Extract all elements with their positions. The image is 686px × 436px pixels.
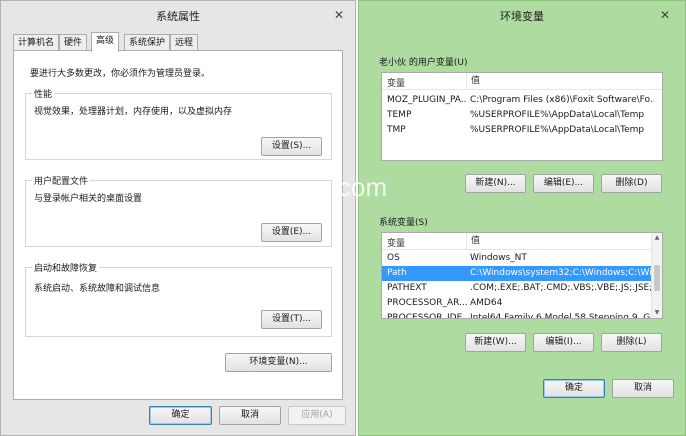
variable-value: %USERPROFILE%\AppData\Local\Temp <box>470 125 645 135</box>
tab-advanced[interactable]: 高级 <box>91 32 120 52</box>
variable-name: MOZ_PLUGIN_PA... <box>387 95 467 105</box>
variable-value: Windows_NT <box>470 253 527 263</box>
performance-description: 视觉效果，处理器计划，内存使用，以及虚拟内存 <box>34 107 233 117</box>
variable-name: PROCESSOR_IDE... <box>387 313 467 319</box>
user-delete-button[interactable]: 删除(D) <box>601 174 662 193</box>
user-profiles-settings-button[interactable]: 设置(E)... <box>261 223 322 242</box>
variable-name: TEMP <box>387 110 412 120</box>
variable-name: Path <box>387 268 407 278</box>
user-variables-label: 老小伙 的用户变量(U) <box>379 58 468 68</box>
ok-button[interactable]: 确定 <box>543 379 605 398</box>
performance-group: 性能 视觉效果，处理器计划，内存使用，以及虚拟内存 设置(S)... <box>25 87 332 160</box>
variable-value: .COM;.EXE;.BAT;.CMD;.VBS;.VBE;.JS;.JSE;.… <box>470 283 654 293</box>
system-delete-button[interactable]: 删除(L) <box>601 333 662 352</box>
startup-recovery-settings-button[interactable]: 设置(T)... <box>261 310 322 329</box>
list-item[interactable]: OS Windows_NT <box>382 251 651 266</box>
list-item[interactable]: PROCESSOR_AR... AMD64 <box>382 296 651 311</box>
variable-name: OS <box>387 253 400 263</box>
window-title: 系统属性 <box>156 10 200 23</box>
system-variables-list[interactable]: 变量 值 OS Windows_NT Path C:\Windows\syste… <box>381 232 663 319</box>
column-header-variable[interactable]: 变量 <box>387 236 405 249</box>
list-header: 变量 值 <box>382 73 662 90</box>
performance-label: 性能 <box>32 87 55 100</box>
tab-hardware[interactable]: 硬件 <box>59 34 88 51</box>
user-new-button[interactable]: 新建(N)... <box>465 174 526 193</box>
tab-system-protection[interactable]: 系统保护 <box>124 34 171 51</box>
variable-name: TMP <box>387 125 406 135</box>
performance-settings-button[interactable]: 设置(S)... <box>261 137 322 156</box>
user-profiles-label: 用户配置文件 <box>32 174 91 187</box>
system-variables-label: 系统变量(S) <box>379 218 428 228</box>
variable-value: %USERPROFILE%\AppData\Local\Temp <box>470 110 645 120</box>
system-new-button[interactable]: 新建(W)... <box>465 333 526 352</box>
tab-computer-name[interactable]: 计算机名 <box>13 34 60 51</box>
close-icon[interactable]: ✕ <box>657 7 673 23</box>
list-item[interactable]: MOZ_PLUGIN_PA... C:\Program Files (x86)\… <box>382 93 662 108</box>
chevron-down-icon[interactable]: ▼ <box>652 308 662 318</box>
ok-button[interactable]: 确定 <box>149 406 212 425</box>
environment-variables-window: 环境变量 ✕ 老小伙 的用户变量(U) 变量 值 MOZ_PLUGIN_PA..… <box>358 0 686 436</box>
cancel-button[interactable]: 取消 <box>612 379 674 398</box>
variable-value: AMD64 <box>470 298 503 308</box>
apply-button[interactable]: 应用(A) <box>288 406 346 425</box>
list-item-selected[interactable]: Path C:\Windows\system32;C:\Windows;C:\W… <box>382 266 654 281</box>
column-header-variable[interactable]: 变量 <box>387 76 405 89</box>
watermark-text: com <box>338 172 388 202</box>
tab-remote[interactable]: 远程 <box>170 34 199 51</box>
list-header: 变量 值 <box>382 233 651 250</box>
list-item[interactable]: PROCESSOR_IDE... Intel64 Family 6 Model … <box>382 311 654 319</box>
variable-value: Intel64 Family 6 Model 58 Stepping 9, G.… <box>470 313 654 319</box>
scrollbar-thumb[interactable] <box>654 265 660 291</box>
list-item[interactable]: TMP %USERPROFILE%\AppData\Local\Temp <box>382 123 662 138</box>
variable-name: PROCESSOR_AR... <box>387 298 467 308</box>
user-profiles-description: 与登录帐户相关的桌面设置 <box>34 194 143 204</box>
startup-recovery-description: 系统启动、系统故障和调试信息 <box>34 284 161 294</box>
system-properties-window: 系统属性 ✕ 计算机名 硬件 高级 系统保护 远程 要进行大多数更改，你必须作为… <box>0 0 356 436</box>
variable-name: PATHEXT <box>387 283 427 293</box>
variable-value: C:\Windows\system32;C:\Windows;C:\Wi... <box>470 268 654 278</box>
window-title: 环境变量 <box>500 10 544 23</box>
user-edit-button[interactable]: 编辑(E)... <box>533 174 594 193</box>
advanced-tab-panel: 要进行大多数更改，你必须作为管理员登录。 性能 视觉效果，处理器计划，内存使用，… <box>13 50 343 400</box>
user-variables-list[interactable]: 变量 值 MOZ_PLUGIN_PA... C:\Program Files (… <box>381 72 663 161</box>
startup-recovery-group: 启动和故障恢复 系统启动、系统故障和调试信息 设置(T)... <box>25 261 332 337</box>
cancel-button[interactable]: 取消 <box>219 406 281 425</box>
title-bar[interactable]: 环境变量 ✕ <box>359 1 685 31</box>
variable-value: C:\Program Files (x86)\Foxit Software\Fo… <box>470 95 654 105</box>
vertical-scrollbar[interactable]: ▲ ▼ <box>651 233 662 318</box>
list-item[interactable]: TEMP %USERPROFILE%\AppData\Local\Temp <box>382 108 662 123</box>
column-header-value[interactable]: 值 <box>466 233 480 249</box>
admin-note: 要进行大多数更改，你必须作为管理员登录。 <box>30 69 211 79</box>
close-icon[interactable]: ✕ <box>331 7 347 23</box>
list-item[interactable]: PATHEXT .COM;.EXE;.BAT;.CMD;.VBS;.VBE;.J… <box>382 281 654 296</box>
environment-variables-button[interactable]: 环境变量(N)... <box>225 353 332 372</box>
column-header-value[interactable]: 值 <box>466 73 480 89</box>
system-edit-button[interactable]: 编辑(I)... <box>533 333 594 352</box>
user-profiles-group: 用户配置文件 与登录帐户相关的桌面设置 设置(E)... <box>25 174 332 247</box>
title-bar[interactable]: 系统属性 ✕ <box>1 1 355 31</box>
startup-recovery-label: 启动和故障恢复 <box>32 261 100 274</box>
chevron-up-icon[interactable]: ▲ <box>652 233 662 243</box>
